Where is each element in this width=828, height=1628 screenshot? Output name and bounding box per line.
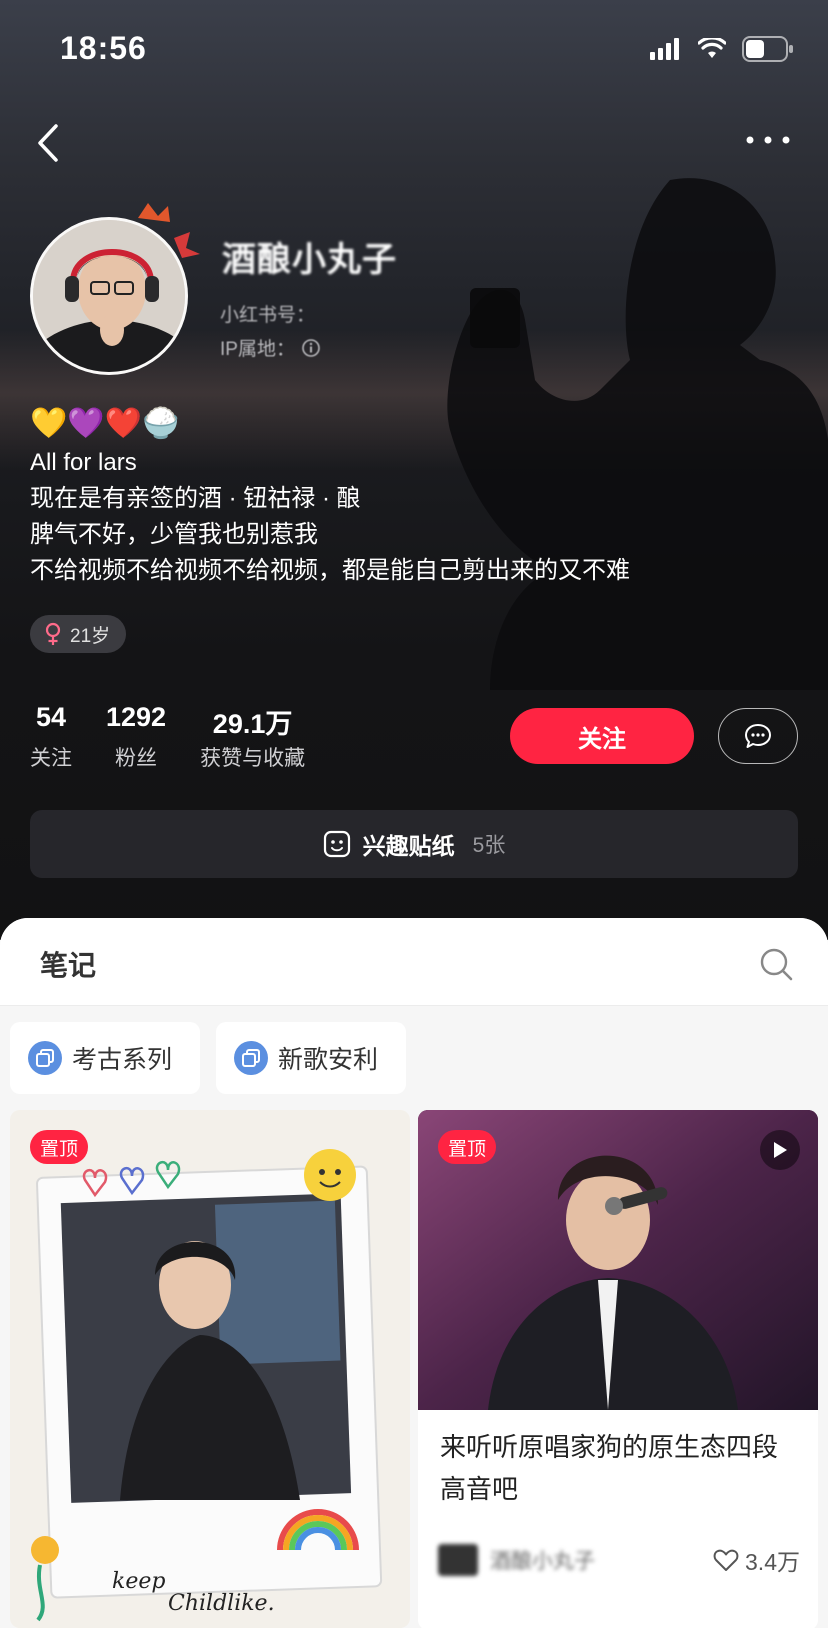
- interest-stickers-bar[interactable]: 兴趣贴纸 5张: [30, 810, 798, 878]
- collection-new-songs[interactable]: 新歌安利: [216, 1022, 407, 1094]
- wifi-icon: [698, 38, 726, 58]
- collection-icon: [234, 1041, 269, 1075]
- stat-number: 54: [35, 702, 67, 732]
- author-avatar: [438, 1544, 478, 1576]
- stat-number: 1292: [106, 702, 167, 732]
- stat-likes-collects[interactable]: 29.1万 获赞与收藏: [200, 702, 305, 772]
- note-cover-image: keep Childlike.: [10, 1110, 410, 1628]
- red-id: 小红书号：: [220, 305, 316, 326]
- follow-button[interactable]: 关注: [510, 708, 694, 764]
- avatar-decoration-icon: [138, 203, 200, 258]
- heart-icon: [713, 1549, 739, 1571]
- collection-label: 新歌安利: [278, 1046, 379, 1074]
- chat-icon: [745, 724, 771, 748]
- nickname: 酒酿小丸子: [222, 241, 397, 279]
- status-icons: [650, 36, 794, 62]
- like-button[interactable]: 3.4万: [713, 1543, 800, 1577]
- more-icon[interactable]: [738, 120, 798, 160]
- ip-location: IP属地：: [220, 334, 321, 361]
- stat-followers[interactable]: 1292 粉丝: [106, 702, 166, 772]
- pinned-badge: 置顶: [30, 1130, 89, 1164]
- age-label: 21岁: [70, 625, 111, 647]
- battery-icon: [742, 36, 793, 62]
- info-icon[interactable]: [301, 338, 321, 358]
- bio-line: 不给视频不给视频不给视频，都是能自己剪出来的又不难: [30, 557, 630, 584]
- pinned-badge: 置顶: [438, 1130, 497, 1164]
- ip-location-text: IP属地：: [220, 339, 295, 360]
- profile-header: 18:56 酒酿小丸子 小红书号： IP属地： 💛💜❤️🍚 All for la…: [0, 0, 828, 940]
- notes-panel: 笔记 考古系列 新歌安利 keep Childlike. 置顶 置顶 来听听原唱…: [0, 918, 828, 1628]
- cellular-signal-icon: [650, 38, 679, 60]
- author-name: 酒酿小丸子: [490, 1550, 595, 1573]
- bio-line: All for lars: [30, 449, 137, 476]
- like-count: 3.4万: [745, 1549, 800, 1575]
- stat-number: 29.1万: [212, 709, 293, 739]
- sticker-icon: [323, 830, 350, 858]
- sticker-label: 兴趣贴纸: [362, 833, 455, 859]
- stat-label: 粉丝: [115, 747, 158, 770]
- collections: 考古系列 新歌安利: [10, 1022, 407, 1094]
- collection-icon: [28, 1041, 62, 1075]
- status-bar: 18:56: [0, 0, 828, 100]
- search-icon[interactable]: [758, 946, 794, 982]
- note-card[interactable]: keep Childlike. 置顶: [10, 1110, 410, 1628]
- stat-label: 关注: [30, 747, 72, 770]
- female-icon: [45, 622, 61, 645]
- bio-line: 脾气不好，少管我也别惹我: [30, 521, 318, 548]
- collection-label: 考古系列: [72, 1046, 173, 1074]
- collection-archaeology[interactable]: 考古系列: [10, 1022, 201, 1094]
- bio-emojis: 💛💜❤️🍚: [30, 407, 180, 440]
- cover-handwriting: keep: [112, 1569, 165, 1594]
- stats: 54 关注 1292 粉丝 29.1万 获赞与收藏: [30, 702, 339, 772]
- bio-line: 现在是有亲签的酒 · 钮祜禄 · 酿: [30, 485, 361, 512]
- sticker-count: 5张: [472, 834, 506, 857]
- stat-label: 获赞与收藏: [200, 747, 306, 770]
- background-silhouette: [447, 178, 828, 690]
- note-title: 来听听原唱家狗的原生态四段高音吧: [440, 1432, 779, 1504]
- age-tag: 21岁: [30, 615, 127, 653]
- cover-handwriting: Childlike.: [168, 1591, 275, 1616]
- status-time: 18:56: [60, 30, 147, 66]
- notes-tab[interactable]: 笔记: [40, 944, 96, 984]
- message-button[interactable]: [718, 708, 798, 764]
- back-icon[interactable]: [30, 118, 70, 168]
- note-card[interactable]: 置顶 来听听原唱家狗的原生态四段高音吧 酒酿小丸子 3.4万: [418, 1110, 818, 1628]
- notes-header: 笔记: [0, 918, 828, 1006]
- note-footer: 酒酿小丸子 3.4万: [438, 1540, 800, 1580]
- stat-following[interactable]: 54 关注: [30, 702, 72, 772]
- video-play-icon: [760, 1130, 800, 1170]
- bio: All for lars 现在是有亲签的酒 · 钮祜禄 · 酿 脾气不好，少管我…: [30, 445, 630, 589]
